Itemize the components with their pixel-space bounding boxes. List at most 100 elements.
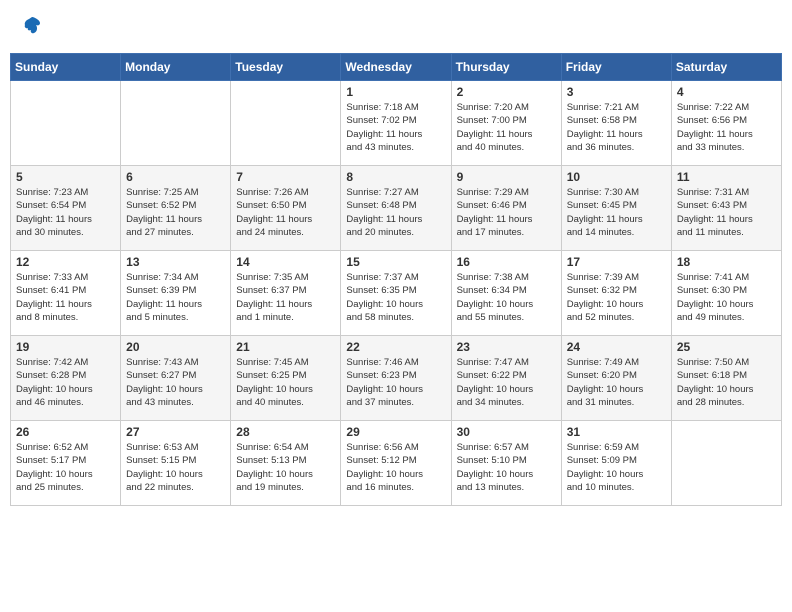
calendar-cell [11,81,121,166]
calendar-cell: 26Sunrise: 6:52 AM Sunset: 5:17 PM Dayli… [11,421,121,506]
calendar-cell: 22 Sunrise: 7:46 AM Sunset: 6:23 PM Dayli… [341,336,451,421]
calendar-cell: 6 Sunrise: 7:25 AM Sunset: 6:52 PM Daylig… [121,166,231,251]
calendar-cell [231,81,341,166]
week-row-3: 12 Sunrise: 7:33 AM Sunset: 6:41 PM Dayli… [11,251,782,336]
day-header-tuesday: Tuesday [231,54,341,81]
calendar-cell: 5 Sunrise: 7:23 AM Sunset: 6:54 PM Daylig… [11,166,121,251]
day-number: 14 [236,255,335,269]
day-info: Sunrise: 7:35 AM Sunset: 6:37 PM Dayligh… [236,271,335,324]
day-number: 4 [677,85,776,99]
day-number: 31 [567,425,666,439]
day-number: 17 [567,255,666,269]
day-info: Sunrise: 7:43 AM Sunset: 6:27 PM Dayligh… [126,356,225,409]
calendar-cell: 27 Sunrise: 6:53 AM Sunset: 5:15 PM Dayli… [121,421,231,506]
day-number: 10 [567,170,666,184]
calendar-cell: 11 Sunrise: 7:31 AM Sunset: 6:43 PM Dayli… [671,166,781,251]
day-info: Sunrise: 7:25 AM Sunset: 6:52 PM Dayligh… [126,186,225,239]
calendar-cell: 12 Sunrise: 7:33 AM Sunset: 6:41 PM Dayli… [11,251,121,336]
logo-content [20,15,42,40]
calendar-cell: 28 Sunrise: 6:54 AM Sunset: 5:13 PM Dayli… [231,421,341,506]
day-info: Sunrise: 7:29 AM Sunset: 6:46 PM Dayligh… [457,186,556,239]
day-info: Sunrise: 7:21 AM Sunset: 6:58 PM Dayligh… [567,101,666,154]
day-number: 11 [677,170,776,184]
day-info: Sunrise: 7:26 AM Sunset: 6:50 PM Dayligh… [236,186,335,239]
logo-bird-icon [22,15,42,35]
day-number: 19 [16,340,115,354]
day-number: 27 [126,425,225,439]
day-number: 12 [16,255,115,269]
day-info: Sunrise: 7:30 AM Sunset: 6:45 PM Dayligh… [567,186,666,239]
calendar-cell: 14 Sunrise: 7:35 AM Sunset: 6:37 PM Dayli… [231,251,341,336]
logo [20,15,42,40]
calendar-cell: 18 Sunrise: 7:41 AM Sunset: 6:30 PM Dayli… [671,251,781,336]
day-info: Sunrise: 6:57 AM Sunset: 5:10 PM Dayligh… [457,441,556,494]
day-number: 22 [346,340,445,354]
day-number: 7 [236,170,335,184]
day-info: Sunrise: 7:31 AM Sunset: 6:43 PM Dayligh… [677,186,776,239]
day-info: Sunrise: 7:37 AM Sunset: 6:35 PM Dayligh… [346,271,445,324]
calendar-header-row: SundayMondayTuesdayWednesdayThursdayFrid… [11,54,782,81]
day-number: 6 [126,170,225,184]
day-number: 15 [346,255,445,269]
day-number: 2 [457,85,556,99]
day-header-sunday: Sunday [11,54,121,81]
day-info: Sunrise: 6:56 AM Sunset: 5:12 PM Dayligh… [346,441,445,494]
day-number: 9 [457,170,556,184]
day-number: 20 [126,340,225,354]
calendar-table: SundayMondayTuesdayWednesdayThursdayFrid… [10,53,782,506]
day-info: Sunrise: 7:45 AM Sunset: 6:25 PM Dayligh… [236,356,335,409]
calendar-cell: 20 Sunrise: 7:43 AM Sunset: 6:27 PM Dayli… [121,336,231,421]
calendar-cell: 29Sunrise: 6:56 AM Sunset: 5:12 PM Dayli… [341,421,451,506]
day-number: 5 [16,170,115,184]
calendar-cell: 4 Sunrise: 7:22 AM Sunset: 6:56 PM Daylig… [671,81,781,166]
calendar-cell: 13Sunrise: 7:34 AM Sunset: 6:39 PM Dayli… [121,251,231,336]
week-row-2: 5 Sunrise: 7:23 AM Sunset: 6:54 PM Daylig… [11,166,782,251]
calendar-cell: 2 Sunrise: 7:20 AM Sunset: 7:00 PM Daylig… [451,81,561,166]
day-info: Sunrise: 7:27 AM Sunset: 6:48 PM Dayligh… [346,186,445,239]
day-number: 25 [677,340,776,354]
day-info: Sunrise: 7:33 AM Sunset: 6:41 PM Dayligh… [16,271,115,324]
calendar-cell: 7 Sunrise: 7:26 AM Sunset: 6:50 PM Daylig… [231,166,341,251]
day-info: Sunrise: 7:22 AM Sunset: 6:56 PM Dayligh… [677,101,776,154]
calendar-cell [671,421,781,506]
day-number: 3 [567,85,666,99]
calendar-cell: 21 Sunrise: 7:45 AM Sunset: 6:25 PM Dayli… [231,336,341,421]
calendar-cell: 10 Sunrise: 7:30 AM Sunset: 6:45 PM Dayli… [561,166,671,251]
day-header-wednesday: Wednesday [341,54,451,81]
week-row-1: 1Sunrise: 7:18 AM Sunset: 7:02 PM Daylig… [11,81,782,166]
calendar-cell: 8 Sunrise: 7:27 AM Sunset: 6:48 PM Daylig… [341,166,451,251]
day-info: Sunrise: 6:53 AM Sunset: 5:15 PM Dayligh… [126,441,225,494]
day-number: 16 [457,255,556,269]
day-header-saturday: Saturday [671,54,781,81]
day-info: Sunrise: 7:39 AM Sunset: 6:32 PM Dayligh… [567,271,666,324]
day-number: 28 [236,425,335,439]
day-number: 23 [457,340,556,354]
day-info: Sunrise: 7:49 AM Sunset: 6:20 PM Dayligh… [567,356,666,409]
day-number: 30 [457,425,556,439]
week-row-4: 19 Sunrise: 7:42 AM Sunset: 6:28 PM Dayli… [11,336,782,421]
page-header [10,10,782,45]
calendar-cell: 24Sunrise: 7:49 AM Sunset: 6:20 PM Dayli… [561,336,671,421]
day-info: Sunrise: 7:46 AM Sunset: 6:23 PM Dayligh… [346,356,445,409]
calendar-cell: 16Sunrise: 7:38 AM Sunset: 6:34 PM Dayli… [451,251,561,336]
calendar-cell: 17 Sunrise: 7:39 AM Sunset: 6:32 PM Dayli… [561,251,671,336]
week-row-5: 26Sunrise: 6:52 AM Sunset: 5:17 PM Dayli… [11,421,782,506]
day-info: Sunrise: 7:50 AM Sunset: 6:18 PM Dayligh… [677,356,776,409]
day-info: Sunrise: 6:52 AM Sunset: 5:17 PM Dayligh… [16,441,115,494]
day-info: Sunrise: 6:54 AM Sunset: 5:13 PM Dayligh… [236,441,335,494]
day-info: Sunrise: 7:34 AM Sunset: 6:39 PM Dayligh… [126,271,225,324]
day-number: 8 [346,170,445,184]
day-number: 18 [677,255,776,269]
day-header-monday: Monday [121,54,231,81]
calendar-cell: 31 Sunrise: 6:59 AM Sunset: 5:09 PM Dayli… [561,421,671,506]
day-number: 1 [346,85,445,99]
day-header-thursday: Thursday [451,54,561,81]
day-info: Sunrise: 7:42 AM Sunset: 6:28 PM Dayligh… [16,356,115,409]
day-number: 21 [236,340,335,354]
day-info: Sunrise: 7:23 AM Sunset: 6:54 PM Dayligh… [16,186,115,239]
day-info: Sunrise: 7:20 AM Sunset: 7:00 PM Dayligh… [457,101,556,154]
calendar-cell: 23 Sunrise: 7:47 AM Sunset: 6:22 PM Dayli… [451,336,561,421]
day-info: Sunrise: 7:41 AM Sunset: 6:30 PM Dayligh… [677,271,776,324]
day-info: Sunrise: 7:47 AM Sunset: 6:22 PM Dayligh… [457,356,556,409]
day-info: Sunrise: 6:59 AM Sunset: 5:09 PM Dayligh… [567,441,666,494]
